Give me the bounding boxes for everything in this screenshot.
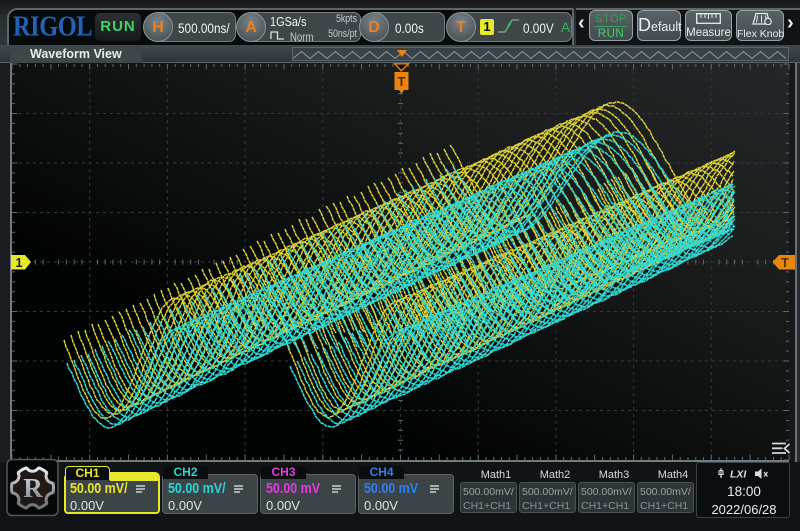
svg-text:LXI: LXI [730,469,747,481]
svg-text:T: T [781,256,789,270]
svg-text:T: T [398,74,406,89]
svg-text:1: 1 [16,256,23,270]
svg-text:R: R [23,473,43,503]
